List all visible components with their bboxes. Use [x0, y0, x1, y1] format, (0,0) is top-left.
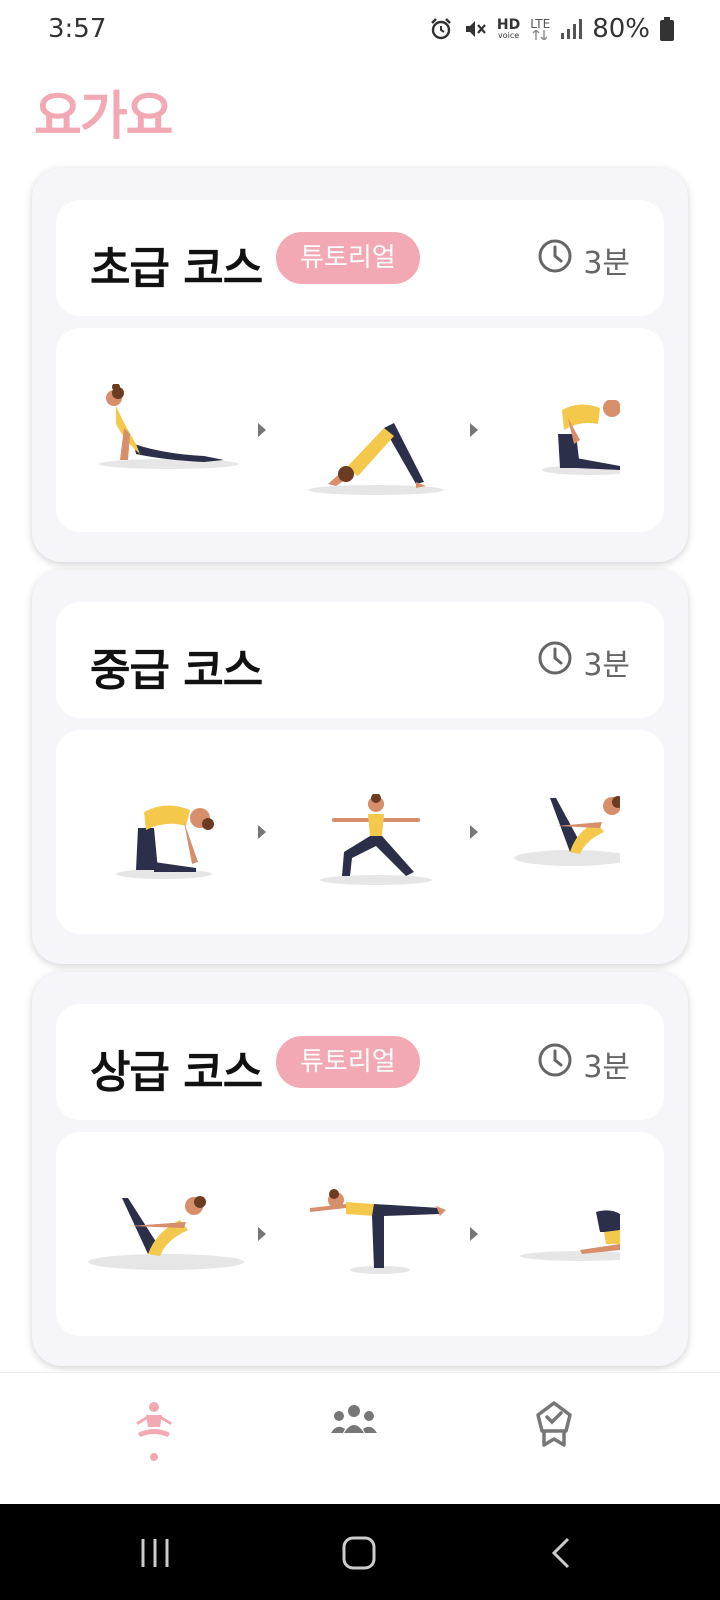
voice-label: voice [497, 31, 520, 40]
hd-label: HD [496, 17, 521, 33]
arrow-icon [258, 423, 266, 437]
pose-sequence[interactable] [56, 1132, 664, 1336]
app-title: 요가요 [34, 87, 174, 147]
course-header: 상급 코스 튜토리얼 3분 [56, 1004, 664, 1120]
lte-icon: LTE [530, 18, 550, 40]
recents-button[interactable] [130, 1528, 180, 1578]
camel-pose-icon [116, 805, 214, 879]
active-indicator [150, 1453, 158, 1461]
arrow-icon [470, 423, 478, 437]
course-card-beginner[interactable]: 초급 코스 튜토리얼 3분 [32, 168, 688, 562]
hd-voice-icon: HD voice [497, 18, 520, 40]
status-time: 3:57 [48, 14, 107, 44]
warrior-two-pose-icon [320, 794, 432, 885]
system-nav-bar [0, 1504, 720, 1600]
tutorial-badge[interactable]: 튜토리얼 [276, 1036, 420, 1088]
duration: 3분 [537, 238, 630, 282]
duration-text: 3분 [583, 1050, 630, 1085]
course-title: 상급 코스 [90, 1047, 263, 1098]
clock-icon [537, 1042, 573, 1086]
cobra-pose-icon [99, 384, 239, 469]
lte-label: LTE [530, 17, 551, 31]
mute-icon [463, 17, 487, 41]
duration: 3분 [537, 1042, 630, 1086]
course-card-intermediate[interactable]: 중급 코스 3분 [32, 570, 688, 964]
battery-percent: 80% [592, 14, 650, 44]
course-list[interactable]: 초급 코스 튜토리얼 3분 중급 코스 3분 상급 코스 튜토리얼 3분 [0, 150, 720, 1372]
tab-badges[interactable] [494, 1373, 614, 1505]
course-header: 중급 코스 3분 [56, 602, 664, 718]
bottom-nav [0, 1372, 720, 1504]
boat-pose-icon [514, 796, 620, 866]
plank-pose-icon [520, 1210, 620, 1261]
signal-icon [560, 18, 583, 40]
community-icon [329, 1401, 379, 1445]
status-icons: HD voice LTE 80% [429, 14, 674, 44]
clock-icon [537, 640, 573, 684]
duration-text: 3분 [583, 648, 630, 683]
meditation-icon [134, 1401, 174, 1445]
back-icon [551, 1537, 570, 1569]
warrior-three-pose-icon [310, 1189, 446, 1274]
arrow-icon [258, 825, 266, 839]
duration: 3분 [537, 640, 630, 684]
pose-sequence[interactable] [56, 730, 664, 934]
course-header: 초급 코스 튜토리얼 3분 [56, 200, 664, 316]
course-title: 중급 코스 [90, 645, 263, 696]
downward-dog-pose-icon [308, 423, 444, 495]
back-button[interactable] [536, 1528, 586, 1578]
arrow-icon [470, 825, 478, 839]
tab-meditation[interactable] [94, 1373, 214, 1505]
arrow-icon [470, 1227, 478, 1241]
tab-community[interactable] [294, 1373, 414, 1505]
status-bar: 3:57 HD voice LTE 80% [0, 0, 720, 60]
arrow-icon [258, 1227, 266, 1241]
battery-icon [660, 17, 674, 41]
badge-icon [534, 1401, 574, 1451]
alarm-icon [429, 17, 453, 41]
boat-pose-icon [88, 1196, 244, 1270]
home-button[interactable] [334, 1528, 384, 1578]
clock-icon [537, 238, 573, 282]
duration-text: 3분 [583, 246, 630, 281]
camel-pose-icon [542, 400, 620, 475]
tutorial-badge[interactable]: 튜토리얼 [276, 232, 420, 284]
screen: 3:57 HD voice LTE 80% 요가요 초급 코스 튜토리얼 3분 … [0, 0, 720, 1600]
home-icon [342, 1536, 376, 1570]
course-title: 초급 코스 [90, 243, 263, 294]
pose-sequence[interactable] [56, 328, 664, 532]
recents-icon [141, 1539, 169, 1567]
course-card-advanced[interactable]: 상급 코스 튜토리얼 3분 [32, 972, 688, 1366]
